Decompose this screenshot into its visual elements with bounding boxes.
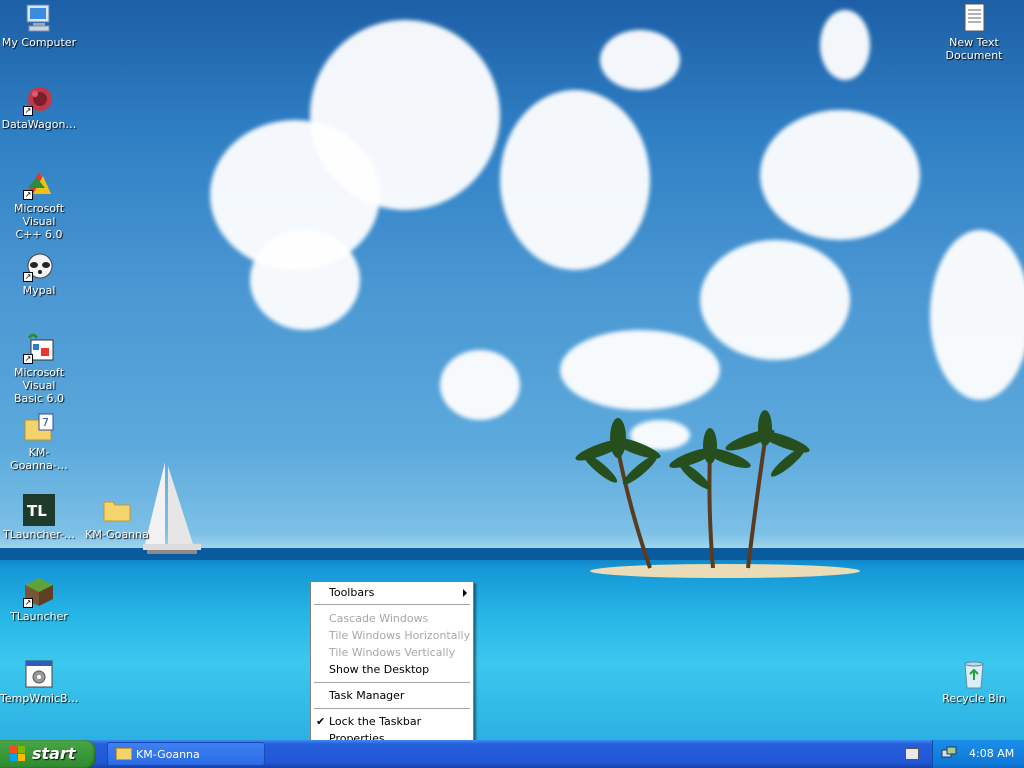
datawagon-icon: ↗	[23, 84, 55, 116]
desktop-icon-tempwmic[interactable]: TempWmicB…	[0, 658, 79, 705]
menu-separator	[314, 682, 470, 683]
taskbar-button-km-goanna[interactable]: KM-Goanna	[107, 742, 265, 766]
cloud	[600, 30, 680, 90]
desktop-icon-tlauncher[interactable]: ↗ TLauncher	[0, 576, 78, 623]
menu-item-label: Cascade Windows	[329, 612, 429, 625]
desktop-icon-visual-basic[interactable]: ↗ Microsoft Visual Basic 6.0	[0, 332, 78, 405]
cloud	[930, 230, 1024, 400]
windows-flag-icon	[10, 746, 26, 762]
menu-item-cascade-windows: Cascade Windows	[311, 610, 473, 627]
cloud	[440, 350, 520, 420]
menu-item-show-desktop[interactable]: Show the Desktop	[311, 661, 473, 678]
menu-item-label: Toolbars	[329, 586, 375, 599]
text-document-icon	[958, 2, 990, 34]
script-icon	[23, 658, 55, 690]
menu-item-label: Tile Windows Vertically	[329, 646, 456, 659]
taskbar[interactable]: start KM-Goanna 4:08 AM	[0, 740, 1024, 768]
icon-label: Recycle Bin	[942, 692, 1006, 705]
icon-label: Microsoft Visual Basic 6.0	[13, 366, 65, 405]
icon-label: KM-Goanna	[85, 528, 149, 541]
shortcut-arrow-icon: ↗	[23, 190, 33, 200]
menu-item-tile-vertically: Tile Windows Vertically	[311, 644, 473, 661]
cloud	[700, 240, 850, 360]
icon-label: My Computer	[1, 36, 77, 49]
start-label: start	[32, 744, 76, 763]
sea	[0, 548, 1024, 740]
desktop[interactable]: My Computer ↗ DataWagon… ↗ Microsoft Vis…	[0, 0, 1024, 740]
icon-label: Mypal	[22, 284, 56, 297]
taskbar-button-label: KM-Goanna	[136, 748, 200, 761]
my-computer-icon	[23, 2, 55, 34]
menu-item-label: Lock the Taskbar	[329, 715, 422, 728]
menu-item-tile-horizontally: Tile Windows Horizontally	[311, 627, 473, 644]
checkmark-icon: ✔	[316, 715, 326, 728]
cloud	[560, 330, 720, 410]
tl-icon: TL	[23, 494, 55, 526]
icon-label: New Text Document	[945, 36, 1003, 62]
menu-item-label: Tile Windows Horizontally	[329, 629, 471, 642]
svg-text:TL: TL	[27, 502, 47, 520]
clock[interactable]: 4:08 AM	[969, 747, 1014, 760]
palm-trees	[575, 410, 810, 569]
submenu-arrow-icon	[463, 589, 467, 597]
cloud	[820, 10, 870, 80]
minecraft-block-icon: ↗	[23, 576, 55, 608]
desktop-icon-visual-cpp[interactable]: ↗ Microsoft Visual C++ 6.0	[0, 168, 78, 241]
cloud	[500, 90, 650, 270]
keyboard-icon[interactable]	[905, 748, 919, 760]
shortcut-arrow-icon: ↗	[23, 106, 33, 116]
icon-label: Microsoft Visual C++ 6.0	[13, 202, 65, 241]
menu-item-label: Show the Desktop	[329, 663, 430, 676]
folder-icon	[116, 748, 132, 760]
folder-icon	[101, 494, 133, 526]
menu-item-label: Task Manager	[329, 689, 405, 702]
icon-label: TLauncher	[10, 610, 68, 623]
menu-item-toolbars[interactable]: Toolbars	[311, 584, 473, 601]
icon-label: DataWagon…	[1, 118, 77, 131]
desktop-icon-km-goanna-folder[interactable]: KM-Goanna	[78, 494, 156, 541]
network-icon[interactable]	[941, 746, 957, 760]
desktop-icon-recycle-bin[interactable]: Recycle Bin	[935, 658, 1013, 705]
cloud	[310, 20, 500, 210]
shortcut-arrow-icon: ↗	[23, 598, 33, 608]
menu-separator	[314, 604, 470, 605]
icon-label: TLauncher-…	[2, 528, 76, 541]
menu-item-lock-taskbar[interactable]: ✔ Lock the Taskbar	[311, 713, 473, 730]
desktop-icon-new-text-document[interactable]: New Text Document	[935, 2, 1013, 62]
shortcut-arrow-icon: ↗	[23, 354, 33, 364]
start-button[interactable]: start	[0, 740, 96, 768]
desktop-icon-datawagon[interactable]: ↗ DataWagon…	[0, 84, 78, 131]
desktop-icon-km-goanna-archive[interactable]: 7 KM-Goanna-…	[0, 412, 78, 472]
desktop-icon-tlauncher-installer[interactable]: TL TLauncher-…	[0, 494, 78, 541]
shortcut-arrow-icon: ↗	[23, 272, 33, 282]
visual-cpp-icon: ↗	[23, 168, 55, 200]
visual-basic-icon: ↗	[23, 332, 55, 364]
recycle-bin-icon	[958, 658, 990, 690]
menu-separator	[314, 708, 470, 709]
cloud	[250, 230, 360, 330]
taskbar-context-menu: Toolbars Cascade Windows Tile Windows Ho…	[310, 581, 474, 748]
menu-item-task-manager[interactable]: Task Manager	[311, 687, 473, 704]
icon-label: KM-Goanna-…	[10, 446, 68, 472]
desktop-icon-my-computer[interactable]: My Computer	[0, 2, 78, 49]
archive-icon: 7	[23, 412, 55, 444]
mypal-browser-icon: ↗	[23, 250, 55, 282]
svg-text:7: 7	[42, 416, 49, 429]
system-tray: 4:08 AM	[932, 740, 1024, 768]
cloud	[760, 110, 920, 240]
desktop-icon-mypal[interactable]: ↗ Mypal	[0, 250, 78, 297]
icon-label: TempWmicB…	[0, 692, 79, 705]
